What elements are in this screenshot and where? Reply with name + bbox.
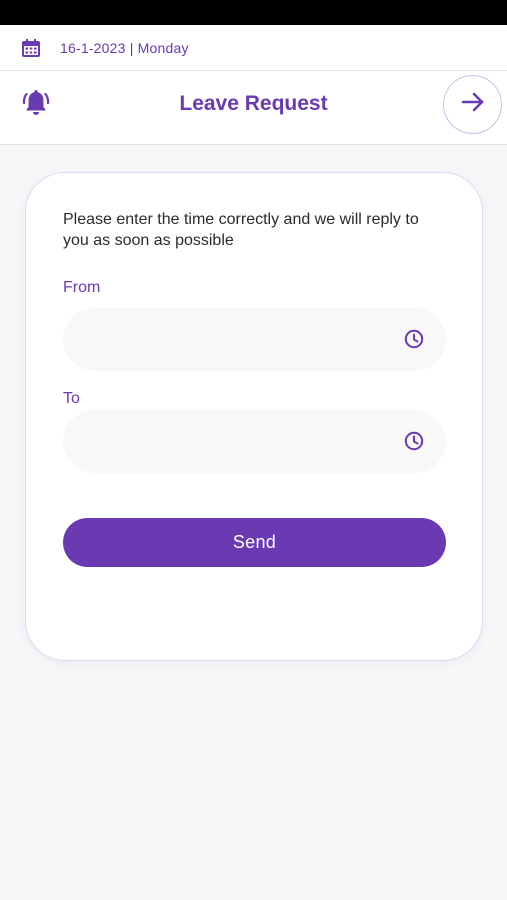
send-button[interactable]: Send (63, 518, 446, 567)
calendar-icon (21, 38, 41, 58)
from-label: From (63, 279, 101, 296)
from-time-field[interactable] (63, 308, 446, 371)
clock-icon[interactable] (404, 431, 424, 451)
current-date: 16-1-2023 | Monday (60, 39, 189, 56)
page-title: Leave Request (179, 92, 328, 115)
to-time-field[interactable] (63, 410, 446, 473)
divider (0, 144, 507, 145)
leave-request-card: Please enter the time correctly and we w… (25, 172, 483, 661)
to-label: To (63, 390, 80, 407)
arrow-right-icon (460, 89, 486, 120)
next-button[interactable] (443, 75, 502, 134)
date-bar: 16-1-2023 | Monday (0, 25, 507, 70)
app-header: Leave Request (0, 71, 507, 144)
instructions-text: Please enter the time correctly and we w… (63, 211, 419, 249)
clock-icon[interactable] (404, 329, 424, 349)
status-bar (0, 0, 507, 25)
